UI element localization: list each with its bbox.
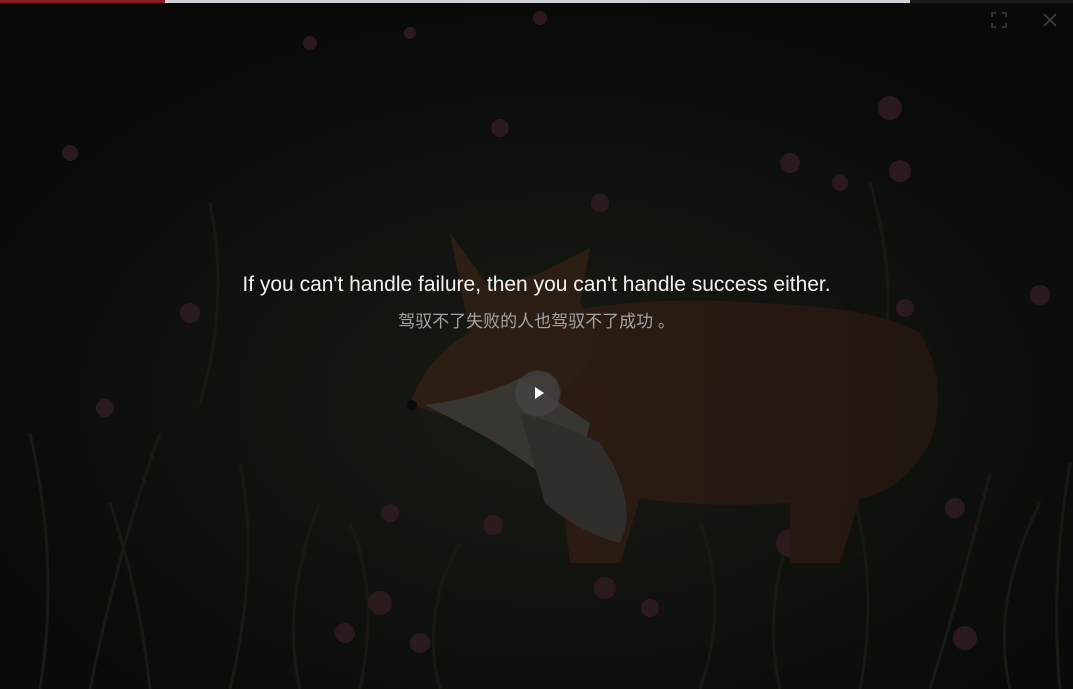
quote-overlay: If you can't handle failure, then you ca… [0,0,1073,689]
quote-translation: 驾驭不了失败的人也驾驭不了成功 。 [398,312,675,331]
play-audio-button[interactable] [516,371,560,415]
fullscreen-icon [991,12,1007,28]
fullscreen-button[interactable] [989,10,1009,30]
close-icon [1043,13,1057,27]
play-icon [535,387,544,399]
dim-overlay [0,3,1073,689]
close-button[interactable] [1040,10,1060,30]
quote-english: If you can't handle failure, then you ca… [242,273,831,296]
